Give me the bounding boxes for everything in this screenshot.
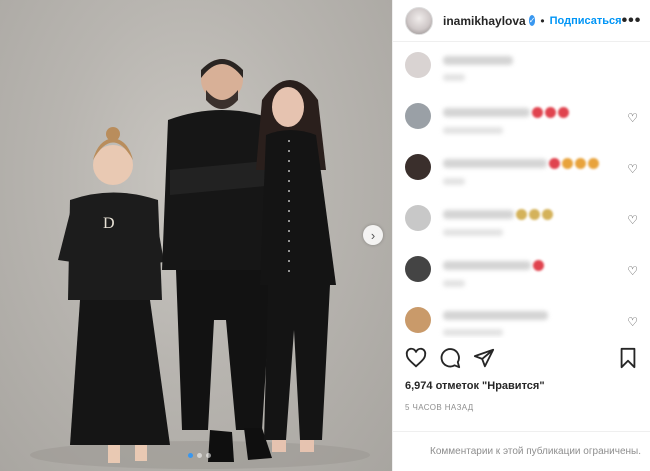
svg-text:D: D (103, 215, 115, 232)
follow-button[interactable]: Подписаться (550, 15, 622, 27)
family-photo-illustration: D (30, 59, 370, 469)
author-username[interactable]: inamikhaylova (443, 14, 526, 28)
comment-body-blurred (443, 305, 638, 336)
commenter-avatar[interactable] (405, 205, 431, 231)
emoji-icon (529, 209, 540, 220)
comment-meta-blurred (443, 329, 503, 336)
comment-item: ♡ (405, 305, 638, 338)
carousel-dot (206, 453, 211, 458)
comment-text-blurred (443, 108, 530, 117)
emoji-icon (545, 107, 556, 118)
comment-body-blurred (443, 101, 638, 134)
emoji-icon (516, 209, 527, 220)
carousel-dot-active (188, 453, 193, 458)
post-side-panel: inamikhaylova ✓ • Подписаться ••• ♡ ♡ ♡ ♡ ♡ … (392, 0, 650, 471)
emoji-icon (562, 158, 573, 169)
emoji-icon (542, 209, 553, 220)
share-paper-plane-icon[interactable] (473, 347, 495, 369)
commenter-avatar[interactable] (405, 256, 431, 282)
verified-badge-icon: ✓ (528, 15, 536, 26)
comment-icon[interactable] (439, 347, 461, 369)
emoji-icon (558, 107, 569, 118)
comment-body-blurred (443, 152, 638, 185)
comment-body-blurred (443, 203, 638, 236)
comment-meta-blurred (443, 229, 503, 236)
comment-like-heart-icon[interactable]: ♡ (627, 111, 638, 125)
commenter-avatar[interactable] (405, 52, 431, 78)
comment-text-blurred (443, 311, 548, 320)
commenter-avatar[interactable] (405, 154, 431, 180)
comment-item: ♡ (405, 101, 638, 152)
carousel-dot (197, 453, 202, 458)
comment-text-blurred (443, 261, 531, 270)
emoji-icon (532, 107, 543, 118)
save-bookmark-icon[interactable] (617, 347, 639, 369)
comment-meta-blurred (443, 74, 465, 81)
author-avatar[interactable] (405, 6, 433, 35)
comment-text-blurred (443, 210, 514, 219)
comment-meta-blurred (443, 127, 503, 134)
emoji-icon (533, 260, 544, 271)
comment-like-heart-icon[interactable]: ♡ (627, 264, 638, 278)
commenter-avatar[interactable] (405, 307, 431, 333)
comment-meta-blurred (443, 280, 465, 287)
instagram-post-window: D › inamikhaylova ✓ • Подписаться ••• ♡ … (0, 0, 650, 471)
comment-like-heart-icon[interactable]: ♡ (627, 213, 638, 227)
comments-restricted-notice: Комментарии к этой публикации ограничены… (393, 431, 650, 471)
comment-item: ♡ (405, 203, 638, 254)
like-heart-icon[interactable] (405, 347, 427, 369)
comment-meta-blurred (443, 178, 465, 185)
comment-item (405, 50, 638, 101)
post-timestamp[interactable]: 5 ЧАСОВ НАЗАД (405, 403, 474, 412)
carousel-next-button[interactable]: › (363, 225, 383, 245)
emoji-icon (549, 158, 560, 169)
comments-list[interactable]: ♡ ♡ ♡ ♡ ♡ (393, 42, 650, 338)
comment-like-heart-icon[interactable]: ♡ (627, 315, 638, 329)
comment-text-blurred (443, 56, 513, 65)
likes-count[interactable]: 6,974 отметок "Нравится" (405, 380, 545, 392)
comment-text-blurred (443, 159, 547, 168)
comment-like-heart-icon[interactable]: ♡ (627, 162, 638, 176)
emoji-icon (575, 158, 586, 169)
emoji-icon (588, 158, 599, 169)
commenter-avatar[interactable] (405, 103, 431, 129)
comment-body-blurred (443, 50, 638, 81)
post-header: inamikhaylova ✓ • Подписаться ••• (393, 0, 650, 42)
action-bar (405, 344, 639, 372)
post-photo[interactable]: D › (0, 0, 392, 471)
more-options-icon[interactable]: ••• (622, 12, 642, 30)
header-separator: • (540, 13, 545, 28)
carousel-dots (188, 453, 211, 458)
comment-item: ♡ (405, 254, 638, 305)
comment-item: ♡ (405, 152, 638, 203)
comment-body-blurred (443, 254, 638, 287)
